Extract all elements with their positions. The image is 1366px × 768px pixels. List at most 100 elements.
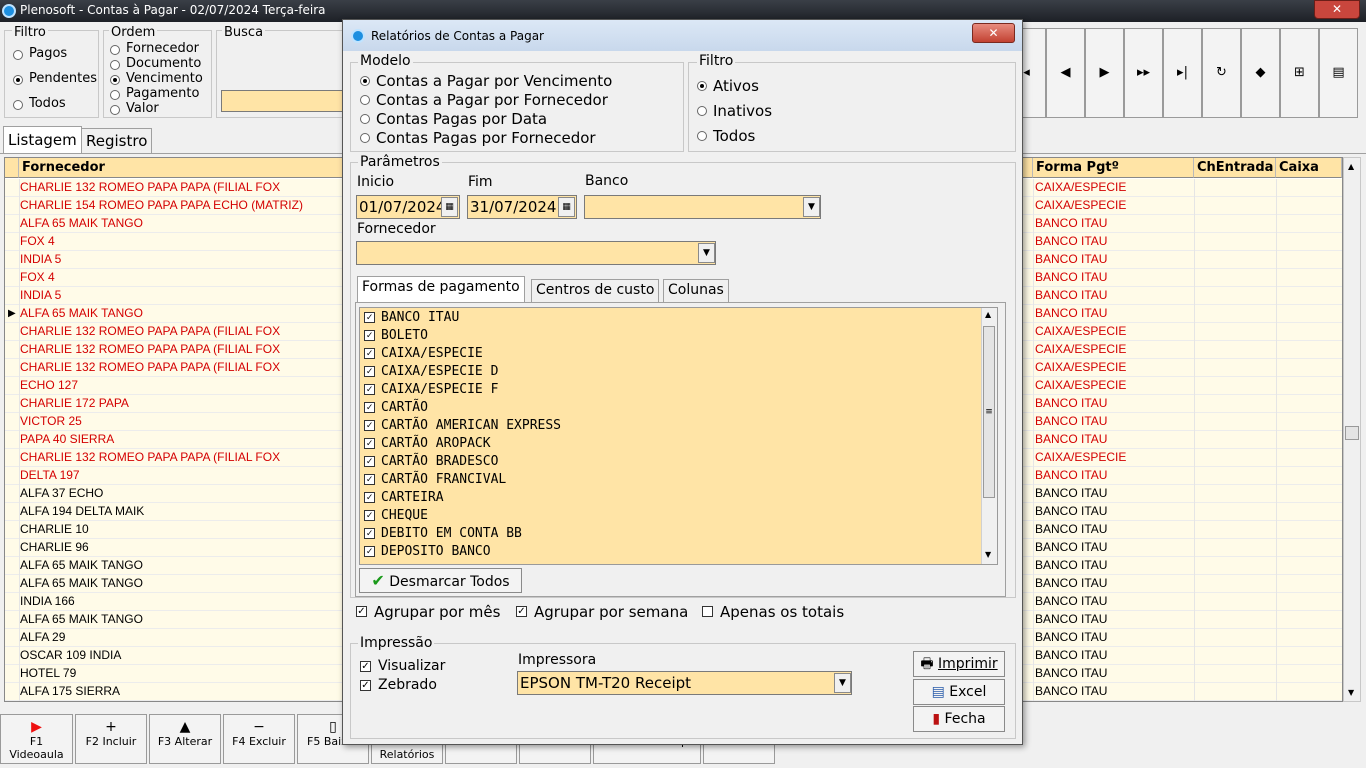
payment-method-label: CAIXA/ESPECIE xyxy=(381,346,483,361)
option-checkbox-0[interactable]: ✓ xyxy=(356,606,367,617)
order-radio-2[interactable] xyxy=(110,75,120,85)
refresh-icon[interactable]: ↻ xyxy=(1202,28,1241,118)
uncheck-all-button[interactable]: ✔ Desmarcar Todos xyxy=(359,568,522,593)
model-radio-1[interactable] xyxy=(360,95,370,105)
list-item[interactable]: ✓ DEBITO EM CONTA BB xyxy=(364,526,522,544)
cell-forma-pgto: CAIXA/ESPECIE xyxy=(1035,324,1127,338)
dialog-filter-radio-1[interactable] xyxy=(697,106,707,116)
grid-scrollbar[interactable]: ▲ ▼ xyxy=(1343,157,1361,702)
visualizar-checkbox[interactable]: ✓ xyxy=(360,661,371,672)
scroll-down-icon[interactable]: ▼ xyxy=(1348,688,1354,697)
payment-method-checkbox[interactable]: ✓ xyxy=(364,420,375,431)
list-scrollbar[interactable]: ▲ ≡ ▼ xyxy=(981,308,997,564)
start-date-calendar-icon[interactable]: ▦ xyxy=(441,197,458,217)
supplier-select[interactable] xyxy=(356,241,716,265)
list-item[interactable]: ✓ CAIXA/ESPECIE D xyxy=(364,364,498,382)
excel-button[interactable]: ▤ Excel xyxy=(913,679,1005,705)
cell-fornecedor: OSCAR 109 INDIA xyxy=(20,648,122,662)
bottom-button-1[interactable]: + F2 Incluir xyxy=(75,714,147,764)
payment-method-checkbox[interactable]: ✓ xyxy=(364,438,375,449)
printer-select[interactable]: EPSON TM-T20 Receipt xyxy=(517,671,852,695)
list-item[interactable]: ✓ CARTÃO BRADESCO xyxy=(364,454,498,472)
list-item[interactable]: ✓ BANCO ITAU xyxy=(364,310,459,328)
payment-method-checkbox[interactable]: ✓ xyxy=(364,510,375,521)
option-checkbox-2[interactable] xyxy=(702,606,713,617)
tab-registro[interactable]: Registro xyxy=(81,128,153,154)
prev-icon[interactable]: ◀ xyxy=(1046,28,1085,118)
tab-colunas[interactable]: Colunas xyxy=(663,279,729,303)
payment-method-checkbox[interactable]: ✓ xyxy=(364,348,375,359)
supplier-chevron-down-icon[interactable]: ▼ xyxy=(698,243,715,263)
list-item[interactable]: ✓ CARTÃO xyxy=(364,400,428,418)
dialog-filter-radio-2[interactable] xyxy=(697,131,707,141)
print-button[interactable]: 🖶 Imprimir xyxy=(913,651,1005,677)
scroll-up-icon[interactable]: ▲ xyxy=(1348,162,1354,171)
payment-method-checkbox[interactable]: ✓ xyxy=(364,528,375,539)
cell-fornecedor: ALFA 65 MAIK TANGO xyxy=(20,576,143,590)
list-item[interactable]: ✓ DEPOSITO BANCO xyxy=(364,544,491,562)
list-item[interactable]: ✓ BOLETO xyxy=(364,328,428,346)
payment-method-checkbox[interactable]: ✓ xyxy=(364,330,375,341)
order-radio-0[interactable] xyxy=(110,45,120,55)
tab-centros-custo[interactable]: Centros de custo xyxy=(531,279,660,303)
list-scroll-thumb[interactable]: ≡ xyxy=(983,326,995,498)
search-input[interactable] xyxy=(221,90,343,112)
list-item[interactable]: ✓ CHEQUE xyxy=(364,508,428,526)
list-scroll-up-icon[interactable]: ▲ xyxy=(985,310,991,319)
dialog-filter-radio-0[interactable] xyxy=(697,81,707,91)
bottom-button-2[interactable]: ▲ F3 Alterar xyxy=(149,714,221,764)
list-item[interactable]: ✓ CARTÃO AROPACK xyxy=(364,436,491,454)
zebrado-label: Zebrado xyxy=(378,677,437,693)
filter-radio-2[interactable] xyxy=(13,100,23,110)
option-checkbox-1[interactable]: ✓ xyxy=(516,606,527,617)
grid-header-chentrada[interactable]: ChEntrada xyxy=(1194,158,1276,178)
payment-methods-list[interactable]: ✓ BANCO ITAU ✓ BOLETO ✓ CAIXA/ESPECIE ✓ CAIXA/E… xyxy=(359,307,998,565)
tab-listagem[interactable]: Listagem xyxy=(3,126,82,154)
window-close-button[interactable]: ✕ xyxy=(1314,0,1360,19)
payment-method-label: BANCO ITAU xyxy=(381,310,460,325)
bottom-button-label: F1 Videoaula xyxy=(9,735,64,761)
next-page-icon[interactable]: ▸▸ xyxy=(1124,28,1163,118)
list-scroll-down-icon[interactable]: ▼ xyxy=(985,550,991,559)
order-radio-1[interactable] xyxy=(110,60,120,70)
last-icon[interactable]: ▸| xyxy=(1163,28,1202,118)
order-radio-3[interactable] xyxy=(110,90,120,100)
payment-method-checkbox[interactable]: ✓ xyxy=(364,492,375,503)
list-item[interactable]: ✓ CARTÃO AMERICAN EXPRESS xyxy=(364,418,561,436)
tag-icon[interactable]: ◆ xyxy=(1241,28,1280,118)
report-icon[interactable]: ▤ xyxy=(1319,28,1358,118)
payment-method-checkbox[interactable]: ✓ xyxy=(364,474,375,485)
filter-radio-1[interactable] xyxy=(13,75,23,85)
payment-method-checkbox[interactable]: ✓ xyxy=(364,402,375,413)
bottom-button-0[interactable]: ▶ F1 Videoaula xyxy=(0,714,73,764)
payment-method-checkbox[interactable]: ✓ xyxy=(364,312,375,323)
model-radio-0[interactable] xyxy=(360,76,370,86)
payment-method-checkbox[interactable]: ✓ xyxy=(364,456,375,467)
bank-select[interactable] xyxy=(584,195,821,219)
list-item[interactable]: ✓ CARTEIRA xyxy=(364,490,444,508)
goto-icon[interactable]: ⊞ xyxy=(1280,28,1319,118)
filter-radio-0[interactable] xyxy=(13,50,23,60)
zebrado-checkbox[interactable]: ✓ xyxy=(360,680,371,691)
next-icon[interactable]: ▶ xyxy=(1085,28,1124,118)
list-item[interactable]: ✓ CAIXA/ESPECIE xyxy=(364,346,483,364)
bottom-button-3[interactable]: − F4 Excluir xyxy=(223,714,295,764)
grid-header-caixa[interactable]: Caixa xyxy=(1276,158,1342,178)
close-report-button[interactable]: ▮ Fecha xyxy=(913,706,1005,732)
grid-scroll-thumb[interactable] xyxy=(1345,426,1359,440)
dialog-close-button[interactable]: ✕ xyxy=(972,23,1015,43)
list-item[interactable]: ✓ CARTÃO FRANCIVAL xyxy=(364,472,506,490)
payment-method-checkbox[interactable]: ✓ xyxy=(364,546,375,557)
payment-method-checkbox[interactable]: ✓ xyxy=(364,366,375,377)
list-item[interactable]: ✓ CAIXA/ESPECIE F xyxy=(364,382,498,400)
bank-chevron-down-icon[interactable]: ▼ xyxy=(803,197,820,217)
payment-method-checkbox[interactable]: ✓ xyxy=(364,384,375,395)
model-radio-3[interactable] xyxy=(360,133,370,143)
order-radio-4[interactable] xyxy=(110,105,120,115)
grid-header-forma-pgto[interactable]: Forma Pgtº xyxy=(1033,158,1194,178)
cell-fornecedor: INDIA 5 xyxy=(20,252,62,266)
model-radio-2[interactable] xyxy=(360,114,370,124)
end-date-calendar-icon[interactable]: ▦ xyxy=(558,197,575,217)
printer-chevron-down-icon[interactable]: ▼ xyxy=(834,673,851,693)
tab-formas-pagamento[interactable]: Formas de pagamento xyxy=(357,276,525,303)
